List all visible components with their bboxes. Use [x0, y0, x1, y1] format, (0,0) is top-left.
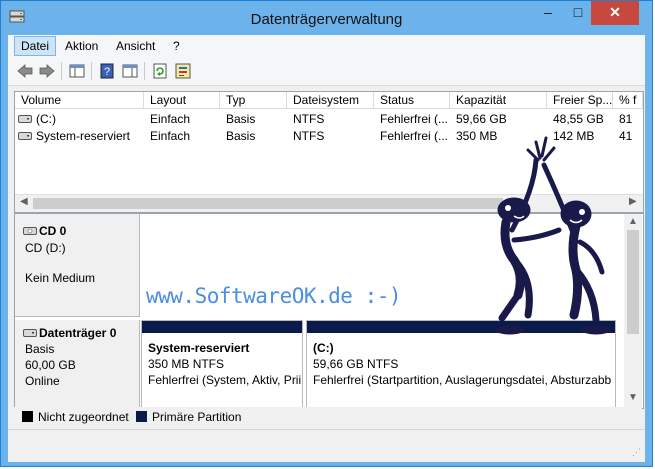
volume-name: (C:) [36, 112, 56, 126]
properties-pane-icon[interactable] [121, 62, 139, 80]
cd-drive-name: CD 0 [39, 224, 67, 238]
status-bar: ⋰ [8, 429, 645, 462]
column-header-kapazitaet[interactable]: Kapazität [450, 92, 547, 109]
cd-drive-icon [23, 227, 37, 235]
menu-ansicht[interactable]: Ansicht [110, 37, 161, 55]
volume-typ: Basis [226, 112, 256, 126]
partition-size: 350 MB NTFS [148, 357, 225, 371]
volume-dateisystem: NTFS [293, 112, 325, 126]
disk-0-type: Basis [25, 342, 55, 356]
toolbar-separator [91, 62, 92, 80]
svg-text:?: ? [104, 66, 110, 78]
forward-arrow-icon[interactable] [38, 62, 56, 80]
volume-dateisystem: NTFS [293, 129, 325, 143]
column-header-status[interactable]: Status [374, 92, 450, 109]
legend-label-unallocated: Nicht zugeordnet [38, 410, 129, 424]
menu-datei[interactable]: Datei [14, 36, 57, 56]
toolbar-separator [144, 62, 145, 80]
maximize-button[interactable]: □ [563, 1, 593, 25]
menu-bar: Datei Aktion Ansicht ? [8, 35, 645, 57]
volume-layout: Einfach [150, 112, 191, 126]
partition-system-reserviert[interactable]: System-reserviert 350 MB NTFS Fehlerfrei… [141, 320, 303, 408]
properties-icon[interactable] [174, 62, 192, 80]
cd-drive-type: CD (D:) [25, 241, 66, 255]
volume-name: System-reserviert [36, 129, 131, 143]
cd-drive-label[interactable]: CD 0 CD (D:) Kein Medium [15, 214, 140, 317]
partition-status: Fehlerfrei (System, Aktiv, Prii [148, 373, 302, 387]
volume-prozent-frei: 81 [619, 112, 633, 126]
column-header-layout[interactable]: Layout [144, 92, 220, 109]
minimize-button[interactable]: – [533, 1, 563, 25]
column-header-volume[interactable]: Volume [15, 92, 144, 109]
disk-0-name: Datenträger 0 [39, 326, 117, 340]
refresh-icon[interactable] [151, 62, 169, 80]
column-header-dateisystem[interactable]: Dateisystem [287, 92, 374, 109]
scroll-down-icon[interactable]: ▼ [628, 392, 638, 403]
partition-status: Fehlerfrei (Startpartition, Auslagerungs… [313, 373, 612, 387]
partition-size: 59,66 GB NTFS [313, 357, 399, 371]
volume-status: Fehlerfrei (... [380, 112, 449, 126]
legend-label-primary: Primäre Partition [152, 410, 242, 424]
cd-drive-media: Kein Medium [25, 271, 96, 285]
back-arrow-icon[interactable] [16, 62, 34, 80]
column-header-typ[interactable]: Typ [220, 92, 287, 109]
toolbar-separator [61, 62, 62, 80]
legend: Nicht zugeordnet Primäre Partition [14, 407, 642, 427]
drive-icon [18, 115, 32, 123]
disk-0-label[interactable]: Datenträger 0 Basis 60,00 GB Online [15, 320, 140, 408]
disk-0-state: Online [25, 374, 60, 388]
console-tree-icon[interactable] [68, 62, 86, 80]
resize-grip-icon[interactable]: ⋰ [632, 447, 641, 458]
toolbar: ? [8, 57, 645, 86]
volume-layout: Einfach [150, 129, 191, 143]
title-bar[interactable]: Datenträgerverwaltung – □ ✕ [1, 1, 652, 35]
legend-swatch-primary [136, 411, 147, 422]
help-icon[interactable]: ? [98, 62, 116, 80]
dancing-figures-illustration [495, 136, 611, 335]
volume-kapazitaet: 59,66 GB [456, 112, 507, 126]
column-header-freier-speicher[interactable]: Freier Sp... [547, 92, 613, 109]
partition-name: (C:) [313, 341, 334, 355]
legend-swatch-unallocated [22, 411, 33, 422]
drive-icon [18, 132, 32, 140]
column-header-prozent-frei[interactable]: % f [613, 92, 643, 109]
menu-help[interactable]: ? [167, 37, 186, 55]
watermark-text: www.SoftwareOK.de :-) [146, 284, 402, 308]
scroll-left-icon[interactable]: ◀ [20, 196, 28, 207]
partition-bar [142, 321, 302, 333]
partition-name: System-reserviert [148, 341, 250, 355]
horizontal-scroll-thumb[interactable] [33, 198, 503, 209]
disk-0-size: 60,00 GB [25, 358, 76, 372]
volume-freier-speicher: 48,55 GB [553, 112, 604, 126]
hard-disk-icon [23, 329, 37, 337]
table-row[interactable]: (C:) Einfach Basis NTFS Fehlerfrei (... … [15, 111, 643, 128]
close-button[interactable]: ✕ [591, 1, 639, 25]
volume-status: Fehlerfrei (... [380, 129, 449, 143]
volume-typ: Basis [226, 129, 256, 143]
menu-aktion[interactable]: Aktion [59, 37, 104, 55]
